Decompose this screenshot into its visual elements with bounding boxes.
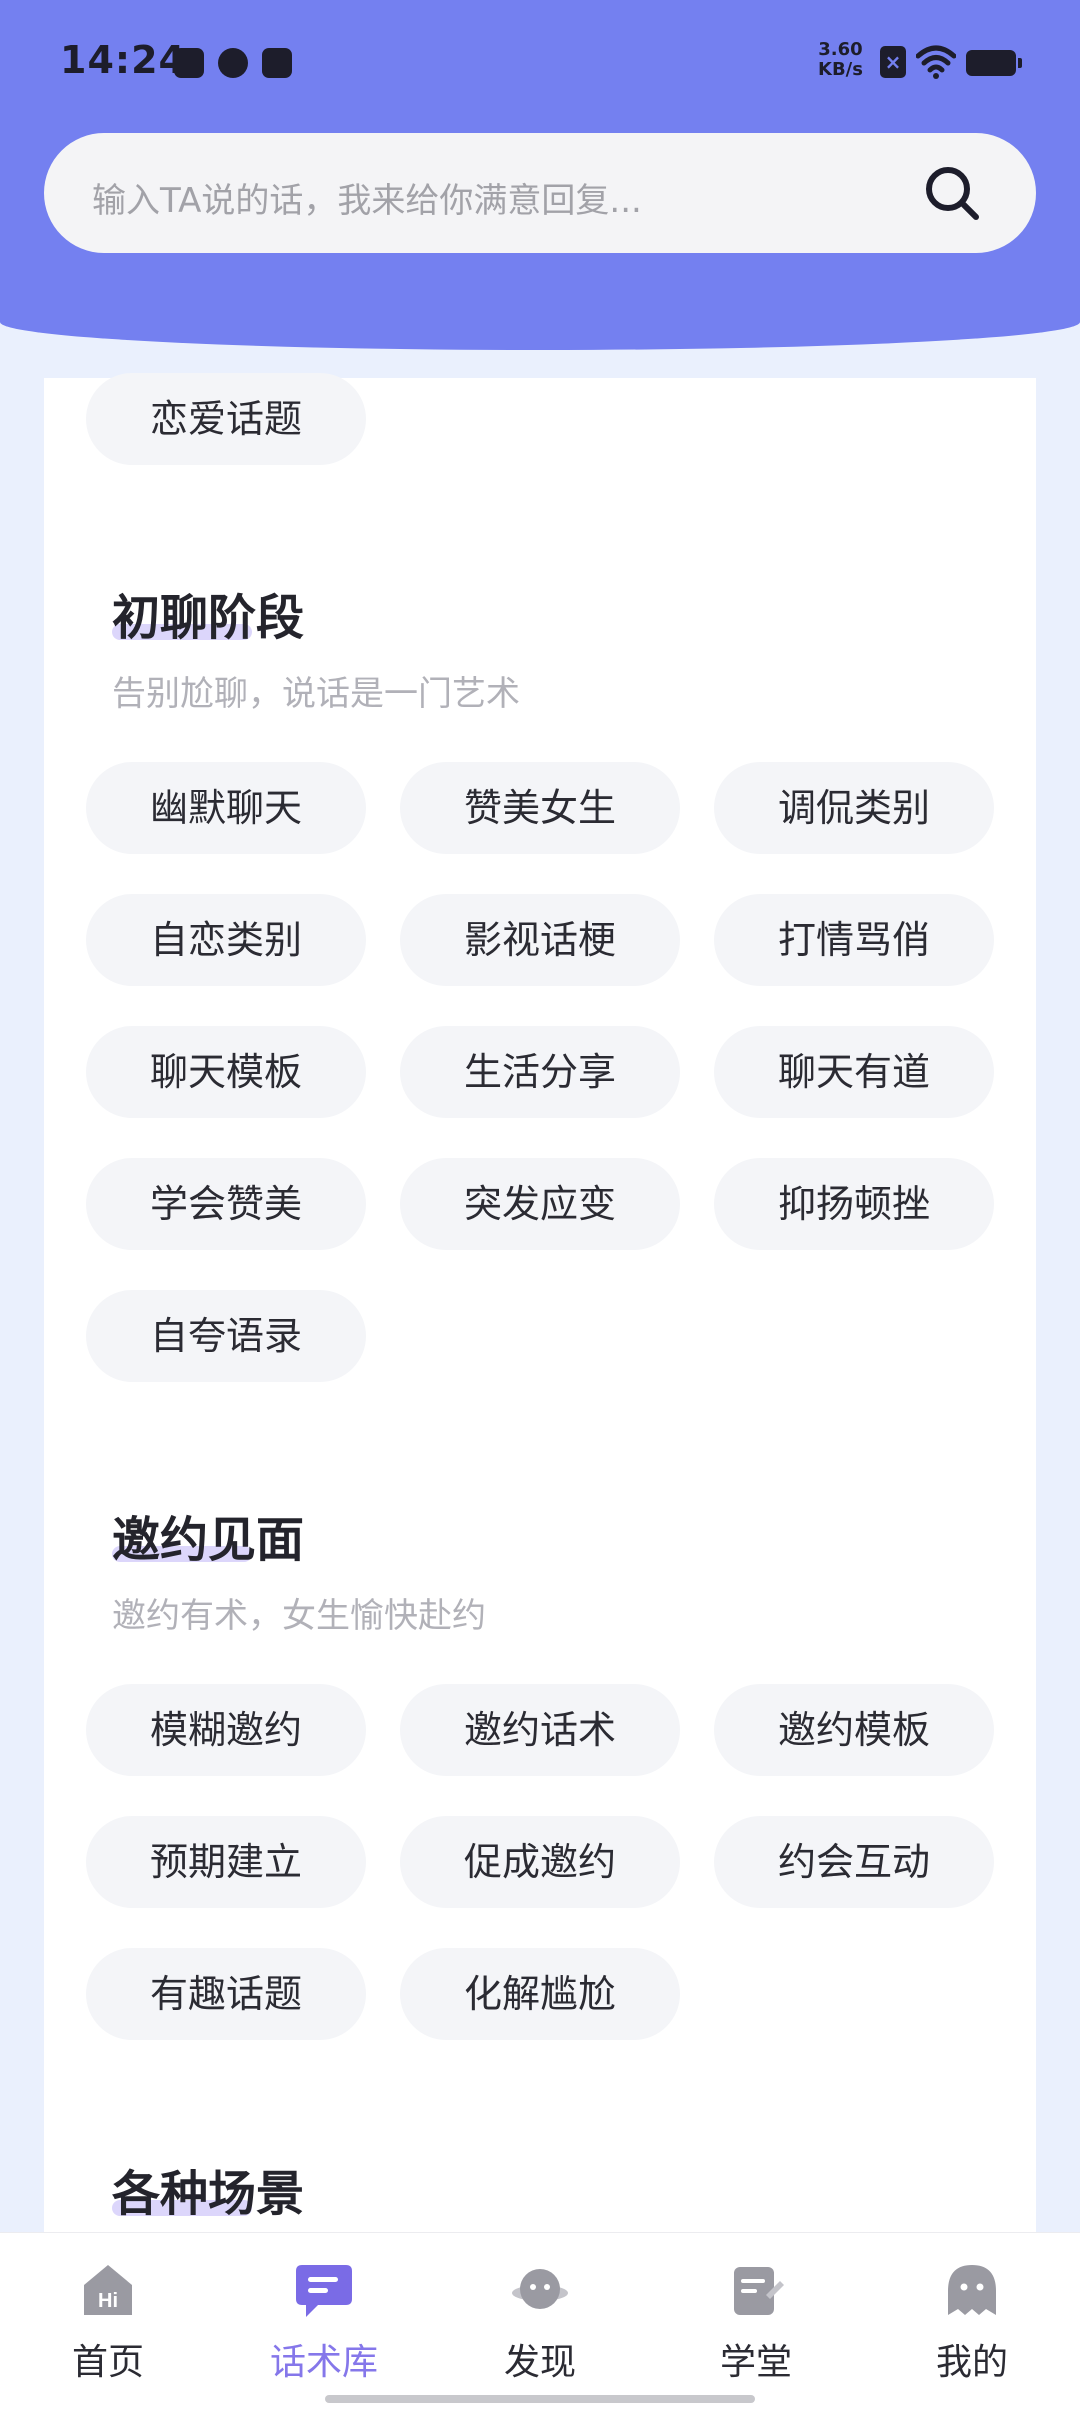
status-bar: 14:24 3.60 KB/s × [0,0,1080,120]
topic-card: 恋爱话题 初聊阶段 告别尬聊，说话是一门艺术 幽默聊天 赞美女生 调侃类别 自恋… [44,373,1036,2234]
topic-chip[interactable]: 赞美女生 [400,762,680,854]
home-indicator[interactable] [325,2395,755,2403]
bottom-nav: Hi 首页 话术库 发现 学堂 我的 [0,2232,1080,2409]
nav-item-home[interactable]: Hi 首页 [0,2233,216,2409]
battery-icon [966,50,1022,76]
search-icon[interactable] [920,161,984,225]
topic-chip[interactable]: 抑扬顿挫 [714,1158,994,1250]
topic-chip[interactable]: 预期建立 [86,1816,366,1908]
topic-chip[interactable]: 化解尴尬 [400,1948,680,2040]
notification-star-icon [174,48,204,78]
topic-chip[interactable]: 调侃类别 [714,762,994,854]
notification-link-icon [218,48,248,78]
network-speed: 3.60 KB/s [818,40,863,80]
topic-chip[interactable]: 打情骂俏 [714,894,994,986]
nav-label: 话术库 [269,2342,378,2383]
section-title: 各种场景 [112,2166,305,2222]
topic-chip[interactable]: 影视话梗 [400,894,680,986]
chat-library-icon [296,2265,352,2317]
network-speed-unit: KB/s [818,59,863,80]
profile-icon [948,2265,996,2315]
topic-chip[interactable]: 促成邀约 [400,1816,680,1908]
topic-chip[interactable]: 模糊邀约 [86,1684,366,1776]
topic-chip[interactable]: 恋爱话题 [86,373,366,465]
topic-chip[interactable]: 自夸语录 [86,1290,366,1382]
topic-chip[interactable]: 聊天模板 [86,1026,366,1118]
nav-label: 学堂 [719,2342,792,2383]
nav-item-school[interactable]: 学堂 [648,2233,864,2409]
topic-chip[interactable]: 约会互动 [714,1816,994,1908]
sim-icon: × [880,46,906,78]
discover-icon [512,2269,568,2309]
topic-chip[interactable]: 有趣话题 [86,1948,366,2040]
topic-chip[interactable]: 自恋类别 [86,894,366,986]
search-placeholder: 输入TA说的话，我来给你满意回复... [92,181,642,221]
svg-text:Hi: Hi [98,2290,118,2312]
notification-app-icon [262,48,292,78]
nav-item-profile[interactable]: 我的 [864,2233,1080,2409]
status-time: 14:24 [60,38,186,82]
section-title: 邀约见面 [112,1512,305,1568]
nav-label: 我的 [935,2342,1008,2383]
topic-chip[interactable]: 聊天有道 [714,1026,994,1118]
topic-chip[interactable]: 学会赞美 [86,1158,366,1250]
section-subtitle: 告别尬聊，说话是一门艺术 [112,674,520,714]
topic-chip[interactable]: 邀约模板 [714,1684,994,1776]
topic-chip[interactable]: 生活分享 [400,1026,680,1118]
nav-item-chat-library[interactable]: 话术库 [216,2233,432,2409]
nav-item-discover[interactable]: 发现 [432,2233,648,2409]
topic-chip[interactable]: 突发应变 [400,1158,680,1250]
section-subtitle: 邀约有术，女生愉快赴约 [112,1596,486,1636]
topic-chip[interactable]: 邀约话术 [400,1684,680,1776]
topic-chip[interactable]: 幽默聊天 [86,762,366,854]
home-icon: Hi [84,2265,132,2315]
nav-label: 发现 [503,2342,576,2383]
section-title: 初聊阶段 [112,590,305,646]
school-icon [734,2267,784,2315]
wifi-icon [916,45,956,79]
search-input[interactable]: 输入TA说的话，我来给你满意回复... [44,133,1036,253]
nav-label: 首页 [71,2342,144,2383]
network-speed-value: 3.60 [818,39,863,60]
